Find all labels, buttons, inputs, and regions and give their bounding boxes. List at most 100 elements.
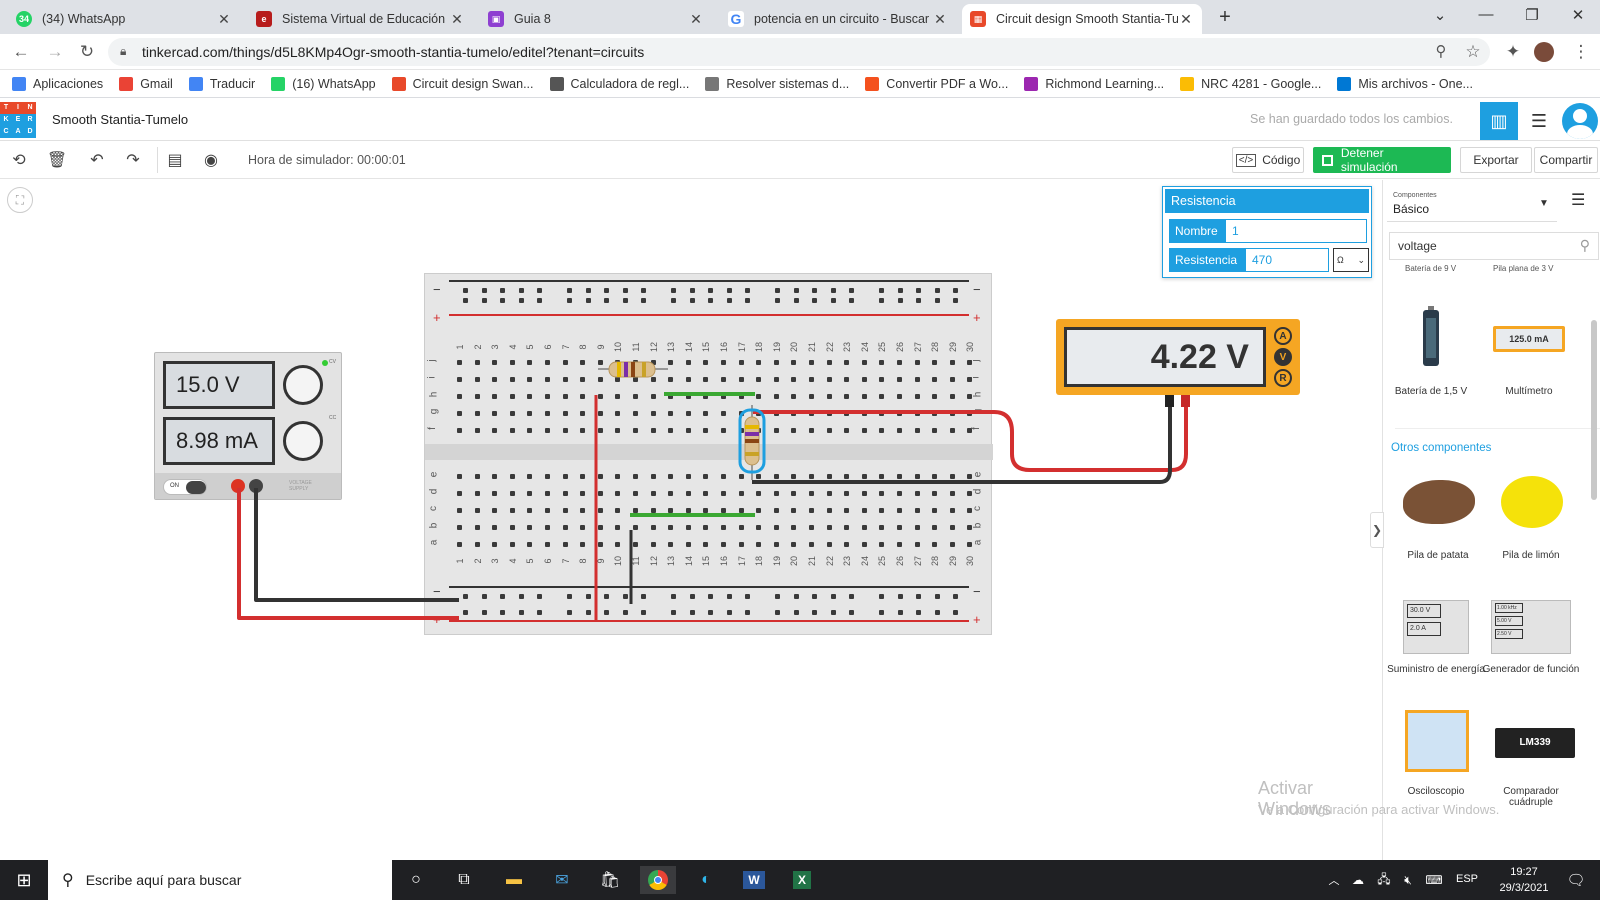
bookmark-star-icon[interactable]: ☆ <box>1462 42 1484 62</box>
circuit-canvas[interactable]: ⛶ − − + + − − + +1 1 2 2 3 3 4 4 5 5 6 6 7 7 8 8 9 9 10 10 11 11 12 12… <box>0 180 1382 860</box>
maximize-icon[interactable]: ❐ <box>1520 6 1544 24</box>
visibility-icon[interactable]: ◉ <box>200 150 222 170</box>
potato-battery-icon[interactable] <box>1403 480 1475 524</box>
redo-icon[interactable]: ↷ <box>122 150 144 170</box>
zoom-icon[interactable]: ⚲ <box>1430 42 1452 60</box>
notifications-icon[interactable]: 🗨︎ <box>1558 866 1594 894</box>
taskbar-search-box[interactable]: ⚲ Escribe aquí para buscar <box>48 860 392 900</box>
bookmark-9[interactable]: NRC 4281 - Google... <box>1180 76 1322 91</box>
lemon-battery-icon[interactable] <box>1501 476 1563 528</box>
bookmark-label: NRC 4281 - Google... <box>1201 76 1322 91</box>
forward-icon[interactable]: → <box>44 42 66 62</box>
google-icon: G <box>728 11 744 27</box>
tab-sistema-virtual[interactable]: e Sistema Virtual de Educación [Co ✕ <box>248 4 473 34</box>
component-label: Pila de limón <box>1502 550 1560 561</box>
resistor-band <box>745 452 759 456</box>
close-icon[interactable]: ✕ <box>1178 11 1194 28</box>
tab-whatsapp[interactable]: 34 (34) WhatsApp ✕ <box>8 4 240 34</box>
collapse-panel-icon[interactable]: ❯ <box>1370 512 1384 548</box>
chrome-icon[interactable] <box>640 866 676 894</box>
unit-select[interactable]: Ω ⌄ <box>1333 248 1369 272</box>
resistor-band <box>624 362 628 377</box>
power-supply-icon[interactable]: 30.0 V 2.0 A <box>1403 600 1469 654</box>
resistance-field[interactable]: 470 <box>1245 248 1329 272</box>
excel-icon[interactable]: X <box>784 866 820 894</box>
panel-scrollbar[interactable] <box>1591 320 1597 500</box>
minimize-icon[interactable]: — <box>1474 6 1498 23</box>
file-explorer-icon[interactable]: ▬ <box>496 866 532 894</box>
bookmark-7[interactable]: Convertir PDF a Wo... <box>865 76 1008 91</box>
component-list-icon[interactable]: ☰ <box>1520 102 1558 140</box>
delete-icon[interactable]: 🗑︎ <box>46 150 68 170</box>
resistor-band <box>745 425 759 429</box>
tinkercad-logo[interactable]: TIN KER CAD <box>0 102 36 138</box>
notes-icon[interactable]: ▤ <box>164 150 186 170</box>
oscilloscope-icon[interactable] <box>1405 710 1469 772</box>
code-button[interactable]: </> Código <box>1232 147 1304 173</box>
editor-toolbar: ⟲ 🗑︎ ↶ ↷ ▤ ◉ Hora de simulador: 00:00:01… <box>0 141 1600 179</box>
tab-guia[interactable]: ▣ Guia 8 ✕ <box>480 4 712 34</box>
new-tab-icon[interactable]: + <box>1213 6 1237 29</box>
search-input[interactable]: voltage ⚲ <box>1389 232 1599 260</box>
name-field[interactable]: 1 <box>1225 219 1367 243</box>
circuit-view-icon[interactable]: ▥ <box>1480 102 1518 140</box>
clock[interactable]: 19:27 29/3/2021 <box>1494 864 1554 896</box>
keyboard-icon[interactable]: ⌨ <box>1416 866 1452 894</box>
profile-avatar[interactable] <box>1534 42 1554 62</box>
resistor-band <box>617 362 621 377</box>
menu-icon[interactable]: ⋮ <box>1570 42 1592 62</box>
cortana-icon[interactable]: ○ <box>398 866 434 894</box>
back-icon[interactable]: ← <box>10 42 32 62</box>
section-other-components: Otros componentes <box>1391 442 1492 454</box>
taskbar-search-placeholder: Escribe aquí para buscar <box>85 872 242 888</box>
comparator-icon[interactable]: LM339 <box>1495 728 1575 758</box>
close-icon[interactable]: ✕ <box>932 11 948 28</box>
bookmark-5[interactable]: Calculadora de regl... <box>549 76 689 91</box>
simulator-time: Hora de simulador: 00:00:01 <box>248 153 406 167</box>
rotate-icon[interactable]: ⟲ <box>8 150 30 170</box>
bookmark-3[interactable]: (16) WhatsApp <box>271 76 376 91</box>
lock-icon: 🔒︎ <box>120 44 127 58</box>
edge-icon[interactable]: ◐ <box>688 866 724 894</box>
export-button[interactable]: Exportar <box>1460 147 1532 173</box>
multimeter-icon[interactable]: 125.0 mA <box>1493 326 1565 352</box>
close-icon[interactable]: ✕ <box>216 11 232 28</box>
resistor-band <box>745 432 759 436</box>
user-avatar[interactable] <box>1562 103 1598 139</box>
battery-icon[interactable] <box>1423 306 1439 366</box>
tab-title: (34) WhatsApp <box>42 12 126 26</box>
reload-icon[interactable]: ↻ <box>76 42 98 62</box>
wire-supply-negative <box>254 488 459 602</box>
category-select[interactable]: Componentes Básico ▼ <box>1387 184 1557 222</box>
bookmark-label: Mis archivos - One... <box>1358 76 1473 91</box>
mail-icon[interactable]: ✉ <box>544 866 580 894</box>
language-indicator[interactable]: ESP <box>1456 873 1478 885</box>
store-icon[interactable]: 🛍︎ <box>592 866 628 894</box>
tab-google-search[interactable]: G potencia en un circuito - Buscar c ✕ <box>720 4 956 34</box>
bookmark-1[interactable]: Gmail <box>119 76 173 91</box>
task-view-icon[interactable]: ⧉ <box>446 866 482 894</box>
stop-simulation-button[interactable]: Detener simulación <box>1313 146 1451 174</box>
function-generator-icon[interactable]: 1.00 kHz 5.00 V 2.50 V <box>1491 600 1571 654</box>
undo-icon[interactable]: ↶ <box>86 150 108 170</box>
tinkercad-icon <box>391 76 406 91</box>
url-input[interactable]: 🔒︎ tinkercad.com/things/d5L8KMp4Ogr-smoo… <box>108 38 1490 66</box>
bookmark-6[interactable]: Resolver sistemas d... <box>705 76 849 91</box>
close-icon[interactable]: ✕ <box>688 11 704 28</box>
close-icon[interactable]: ✕ <box>449 11 465 28</box>
tab-search-icon[interactable]: ⌄ <box>1428 6 1452 24</box>
bookmark-0[interactable]: Aplicaciones <box>12 76 103 91</box>
window-close-icon[interactable]: ✕ <box>1566 6 1590 24</box>
windows-start-icon[interactable]: ⊞ <box>4 866 44 894</box>
bookmark-2[interactable]: Traducir <box>188 76 255 91</box>
extensions-icon[interactable]: ✦ <box>1502 42 1524 62</box>
bookmark-10[interactable]: Mis archivos - One... <box>1337 76 1473 91</box>
share-button[interactable]: Compartir <box>1534 147 1598 173</box>
meter-probe-red <box>1181 395 1190 407</box>
tab-tinkercad[interactable]: ▦ Circuit design Smooth Stantia-Tu ✕ <box>962 4 1202 34</box>
word-icon[interactable]: W <box>736 866 772 894</box>
bookmark-8[interactable]: Richmond Learning... <box>1024 76 1164 91</box>
bookmark-4[interactable]: Circuit design Swan... <box>391 76 534 91</box>
project-name[interactable]: Smooth Stantia-Tumelo <box>52 112 188 127</box>
list-view-icon[interactable]: ☰ <box>1571 190 1585 210</box>
